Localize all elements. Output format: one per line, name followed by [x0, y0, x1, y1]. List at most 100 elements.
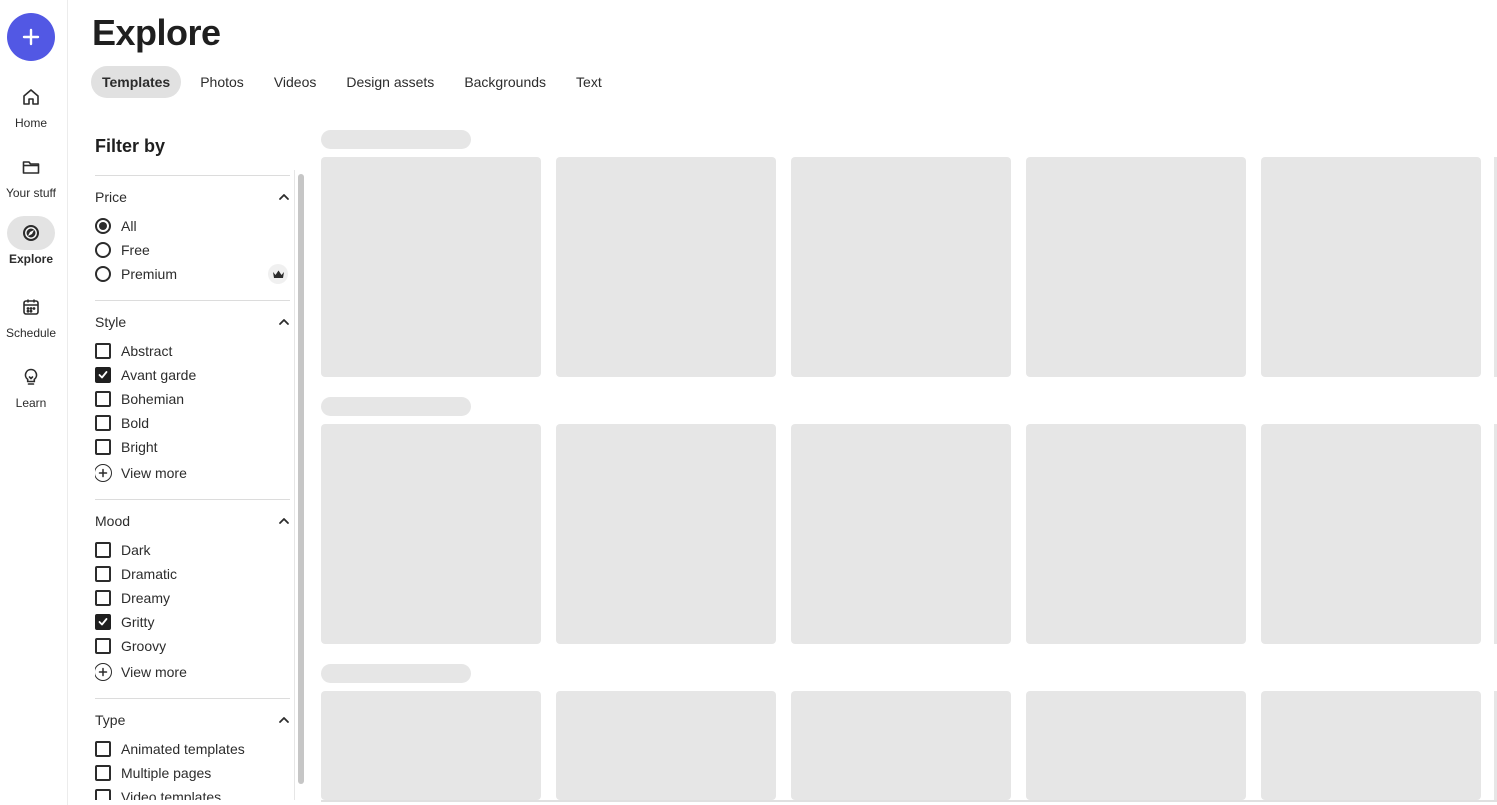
- filter-section-type: Type Animated templates Multiple pages V…: [95, 698, 290, 800]
- create-button[interactable]: [7, 13, 55, 61]
- chevron-up-icon: [279, 319, 289, 325]
- nav-explore-label: Explore: [8, 252, 53, 266]
- tab-design-assets[interactable]: Design assets: [335, 66, 445, 98]
- mood-section-toggle[interactable]: Mood: [95, 512, 290, 530]
- checkbox[interactable]: [95, 343, 111, 359]
- nav-home[interactable]: Home: [0, 80, 62, 130]
- skeleton-card: [321, 691, 541, 800]
- skeleton-card: [321, 424, 541, 644]
- skeleton-card: [556, 424, 776, 644]
- checkbox[interactable]: [95, 765, 111, 781]
- nav-learn[interactable]: Learn: [0, 360, 62, 410]
- filter-section-price: Price All Free Premium: [95, 175, 290, 300]
- checkbox[interactable]: [95, 590, 111, 606]
- mood-option-groovy[interactable]: Groovy: [95, 634, 290, 658]
- checkbox[interactable]: [95, 367, 111, 383]
- style-view-more-button[interactable]: View more: [95, 461, 290, 485]
- style-option-label: Avant garde: [121, 367, 197, 383]
- filter-scrollbar-thumb[interactable]: [298, 174, 304, 784]
- skeleton-card: [1026, 424, 1246, 644]
- premium-crown-icon: [268, 264, 288, 284]
- mood-option-dramatic[interactable]: Dramatic: [95, 562, 290, 586]
- tab-templates[interactable]: Templates: [91, 66, 182, 98]
- mood-section-label: Mood: [95, 513, 131, 529]
- skeleton-card: [791, 691, 1011, 800]
- skeleton-card: [791, 424, 1011, 644]
- price-option-label: All: [121, 218, 137, 234]
- tab-text[interactable]: Text: [565, 66, 613, 98]
- filter-panel[interactable]: Price All Free Premium Style Abstract Av…: [95, 175, 290, 800]
- content-type-tabs: Templates Photos Videos Design assets Ba…: [91, 66, 621, 98]
- price-option-label: Free: [121, 242, 150, 258]
- style-option-avant-garde[interactable]: Avant garde: [95, 363, 290, 387]
- type-section-label: Type: [95, 712, 126, 728]
- style-option-bold[interactable]: Bold: [95, 411, 290, 435]
- skeleton-card: [1026, 691, 1246, 800]
- folder-icon: [7, 150, 55, 184]
- mood-option-gritty[interactable]: Gritty: [95, 610, 290, 634]
- checkbox[interactable]: [95, 391, 111, 407]
- type-option-label: Multiple pages: [121, 765, 212, 781]
- tab-backgrounds[interactable]: Backgrounds: [453, 66, 557, 98]
- radio-button[interactable]: [95, 242, 111, 258]
- filter-section-style: Style Abstract Avant garde Bohemian Bold…: [95, 300, 290, 499]
- tab-videos[interactable]: Videos: [263, 66, 328, 98]
- price-option-all[interactable]: All: [95, 214, 290, 238]
- plus-circle-icon: [95, 464, 112, 482]
- price-section-label: Price: [95, 189, 127, 205]
- checkbox[interactable]: [95, 741, 111, 757]
- checkbox[interactable]: [95, 415, 111, 431]
- calendar-icon: [7, 290, 55, 324]
- style-section-label: Style: [95, 314, 127, 330]
- skeleton-card: [556, 157, 776, 377]
- checkbox[interactable]: [95, 566, 111, 582]
- view-more-label: View more: [121, 465, 187, 481]
- view-more-label: View more: [121, 664, 187, 680]
- nav-explore[interactable]: Explore: [0, 216, 62, 266]
- mood-option-label: Groovy: [121, 638, 167, 654]
- skeleton-row-heading: [321, 664, 471, 683]
- style-option-label: Bright: [121, 439, 158, 455]
- lightbulb-icon: [7, 360, 55, 394]
- mood-view-more-button[interactable]: View more: [95, 660, 290, 684]
- price-option-premium[interactable]: Premium: [95, 262, 290, 286]
- style-option-bohemian[interactable]: Bohemian: [95, 387, 290, 411]
- skeleton-card: [321, 157, 541, 377]
- radio-button[interactable]: [95, 266, 111, 282]
- type-option-animated-templates[interactable]: Animated templates: [95, 737, 290, 761]
- mood-option-dark[interactable]: Dark: [95, 538, 290, 562]
- chevron-up-icon: [279, 717, 289, 723]
- nav-schedule[interactable]: Schedule: [0, 290, 62, 340]
- price-option-free[interactable]: Free: [95, 238, 290, 262]
- mood-option-label: Dramatic: [121, 566, 178, 582]
- skeleton-card: [1026, 157, 1246, 377]
- skeleton-row-heading: [321, 130, 471, 149]
- style-option-bright[interactable]: Bright: [95, 435, 290, 459]
- type-section-toggle[interactable]: Type: [95, 711, 290, 729]
- nav-your-stuff[interactable]: Your stuff: [0, 150, 62, 200]
- type-option-label: Video templates: [121, 789, 222, 800]
- price-section-toggle[interactable]: Price: [95, 188, 290, 206]
- nav-schedule-label: Schedule: [5, 326, 57, 340]
- checkbox[interactable]: [95, 614, 111, 630]
- chevron-up-icon: [279, 518, 289, 524]
- checkmark-icon: [98, 371, 108, 379]
- radio-button[interactable]: [95, 218, 111, 234]
- checkbox[interactable]: [95, 439, 111, 455]
- skeleton-card: [1261, 157, 1481, 377]
- filter-section-mood: Mood Dark Dramatic Dreamy Gritty Groovy: [95, 499, 290, 698]
- tab-photos[interactable]: Photos: [189, 66, 255, 98]
- checkbox[interactable]: [95, 789, 111, 800]
- horizontal-scrollbar[interactable]: [321, 800, 1497, 802]
- checkbox[interactable]: [95, 542, 111, 558]
- style-section-toggle[interactable]: Style: [95, 313, 290, 331]
- mood-option-label: Dreamy: [121, 590, 171, 606]
- type-option-multiple-pages[interactable]: Multiple pages: [95, 761, 290, 785]
- checkbox[interactable]: [95, 638, 111, 654]
- style-option-label: Abstract: [121, 343, 173, 359]
- style-option-abstract[interactable]: Abstract: [95, 339, 290, 363]
- type-option-video-templates[interactable]: Video templates: [95, 785, 290, 800]
- home-icon: [7, 80, 55, 114]
- filter-panel-title: Filter by: [95, 136, 166, 156]
- mood-option-dreamy[interactable]: Dreamy: [95, 586, 290, 610]
